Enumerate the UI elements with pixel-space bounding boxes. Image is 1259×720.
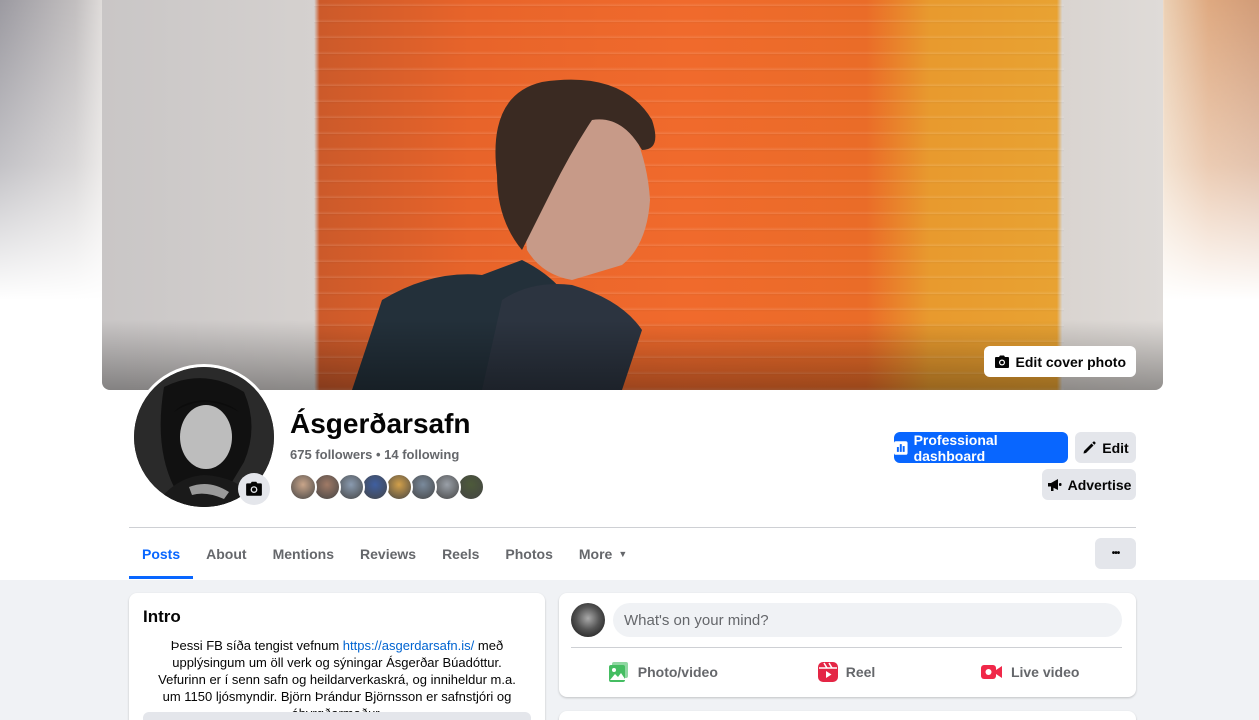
follower-avatars[interactable] (289, 473, 485, 501)
photo-video-button[interactable]: Photo/video (571, 655, 755, 689)
website-link[interactable]: https://asgerdarsafn.is/ (343, 638, 475, 653)
follower-avatar[interactable] (289, 473, 317, 501)
reel-label: Reel (845, 664, 876, 680)
live-video-button[interactable]: Live video (938, 655, 1122, 689)
follower-avatar[interactable] (385, 473, 413, 501)
tab-photos[interactable]: Photos (492, 529, 565, 579)
profile-tabs: Posts About Mentions Reviews Reels Photo… (129, 529, 640, 579)
follower-avatar[interactable] (337, 473, 365, 501)
more-options-button[interactable]: ••• (1095, 538, 1136, 569)
intro-description: Þessi FB síða tengist vefnum https://asg… (158, 638, 516, 720)
update-profile-picture-button[interactable] (238, 473, 270, 505)
live-video-icon (980, 665, 1002, 679)
next-card (559, 711, 1136, 720)
tab-reels[interactable]: Reels (429, 529, 492, 579)
follower-avatar[interactable] (361, 473, 389, 501)
photo-video-label: Photo/video (637, 664, 718, 680)
whats-on-your-mind-input[interactable]: What's on your mind? (613, 603, 1122, 637)
dashboard-icon (894, 440, 908, 455)
followers-count[interactable]: 675 followers • 14 following (290, 447, 459, 462)
professional-dashboard-label: Professional dashboard (913, 431, 998, 464)
cover-photo[interactable]: Edit cover photo (102, 0, 1163, 390)
follower-avatar[interactable] (457, 473, 485, 501)
reel-button[interactable]: Reel (755, 655, 939, 689)
tab-reviews[interactable]: Reviews (347, 529, 429, 579)
professional-dashboard-button[interactable]: Professional dashboard (894, 431, 1068, 464)
profile-header: Edit cover photo Ásgerðarsafn 675 follow… (0, 0, 1259, 580)
edit-label: Edit (1102, 439, 1129, 456)
camera-icon (994, 355, 1009, 368)
reel-icon (817, 662, 838, 682)
camera-icon (246, 481, 262, 496)
edit-bio-button[interactable] (143, 712, 531, 720)
live-video-label: Live video (1010, 664, 1080, 680)
advertise-button[interactable]: Advertise (1042, 469, 1136, 500)
page-title: Ásgerðarsafn (290, 408, 471, 439)
post-composer: What's on your mind? Photo/video Reel Li… (559, 593, 1136, 697)
intro-card: Intro Þessi FB síða tengist vefnum https… (129, 593, 545, 720)
pencil-icon (1083, 440, 1096, 453)
ellipsis-icon: ••• (1111, 548, 1120, 559)
composer-divider (571, 647, 1122, 648)
caret-down-icon: ▼ (618, 549, 628, 559)
header-divider (129, 527, 1136, 528)
edit-cover-photo-button[interactable]: Edit cover photo (983, 346, 1136, 377)
follower-avatar[interactable] (433, 473, 461, 501)
tab-mentions[interactable]: Mentions (260, 529, 347, 579)
tab-more[interactable]: More ▼ (566, 529, 640, 579)
edit-page-button[interactable]: Edit (1075, 432, 1136, 463)
follower-avatar[interactable] (409, 473, 437, 501)
photo-icon (608, 662, 628, 682)
avatar[interactable] (571, 603, 605, 637)
intro-title: Intro (143, 607, 181, 626)
composer-actions: Photo/video Reel Live video (571, 655, 1122, 689)
megaphone-icon (1047, 478, 1062, 491)
tab-about[interactable]: About (193, 529, 259, 579)
advertise-label: Advertise (1067, 476, 1132, 493)
edit-cover-photo-label: Edit cover photo (1015, 353, 1126, 370)
follower-avatar[interactable] (313, 473, 341, 501)
tab-posts[interactable]: Posts (129, 529, 194, 579)
